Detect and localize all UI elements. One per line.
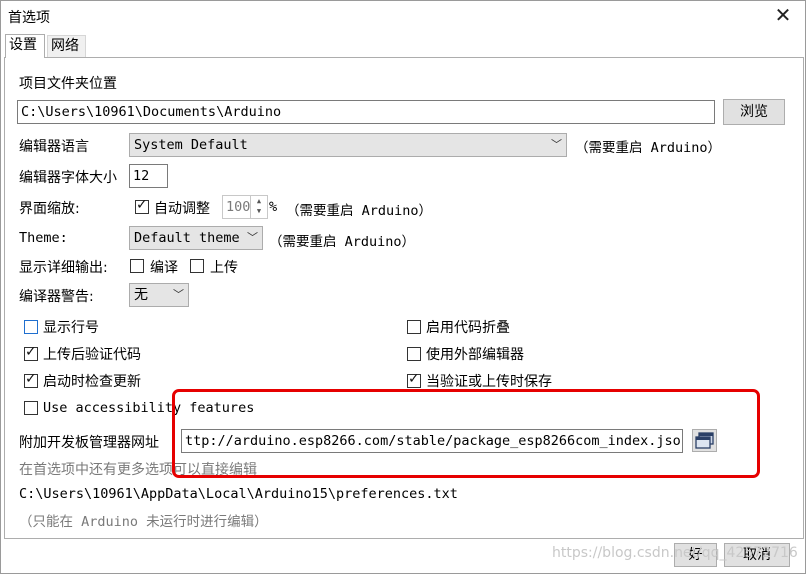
font-size-input[interactable]: 12 <box>129 164 168 188</box>
scale-input[interactable]: 100 ▲ ▼ <box>222 195 268 219</box>
warnings-label: 编译器警告: <box>19 289 94 305</box>
verbose-upload-checkbox[interactable] <box>190 259 204 273</box>
language-select[interactable]: System Default ﹀ <box>129 133 567 157</box>
theme-value: Default theme <box>134 230 240 246</box>
window-title: 首选项 <box>8 10 50 26</box>
tab-settings[interactable]: 设置 <box>5 34 45 58</box>
scale-label: 界面缩放: <box>19 201 80 217</box>
prefs-file-note: （只能在 Arduino 未运行时进行编辑） <box>19 514 268 530</box>
save-on-verify-label: 当验证或上传时保存 <box>426 374 552 390</box>
auto-scale-label: 自动调整 <box>154 201 210 217</box>
language-restart-note: （需要重启 Arduino） <box>575 140 722 156</box>
verbose-compile-label: 编译 <box>150 260 178 276</box>
sketchbook-label: 项目文件夹位置 <box>19 76 117 92</box>
tab-network[interactable]: 网络 <box>47 35 86 57</box>
save-on-verify-checkbox[interactable] <box>407 371 421 388</box>
watermark-text: https://blog.csdn.net/qq_42572716 <box>552 545 798 561</box>
scale-value: 100 <box>226 199 251 215</box>
scale-unit: % <box>269 199 278 215</box>
verify-after-upload-label: 上传后验证代码 <box>43 347 141 363</box>
board-urls-label: 附加开发板管理器网址 <box>19 435 159 451</box>
language-value: System Default <box>134 137 248 153</box>
language-label: 编辑器语言 <box>19 139 89 155</box>
check-updates-label: 启动时检查更新 <box>43 374 141 390</box>
check-updates-checkbox[interactable] <box>24 371 38 388</box>
external-editor-label: 使用外部编辑器 <box>426 347 524 363</box>
scale-restart-note: （需要重启 Arduino） <box>286 203 433 219</box>
highlight-box <box>172 389 760 478</box>
sketchbook-path-input[interactable]: C:\Users\10961\Documents\Arduino <box>17 100 715 124</box>
close-icon[interactable]: ✕ <box>772 3 794 27</box>
chevron-down-icon: ﹀ <box>173 288 184 301</box>
accessibility-checkbox[interactable] <box>24 401 38 415</box>
code-folding-label: 启用代码折叠 <box>426 320 510 336</box>
browse-button[interactable]: 浏览 <box>723 99 785 125</box>
chevron-down-icon: ﹀ <box>247 231 258 244</box>
external-editor-checkbox[interactable] <box>407 347 421 361</box>
verbose-label: 显示详细输出: <box>19 260 108 276</box>
code-folding-checkbox[interactable] <box>407 320 421 334</box>
verbose-compile-checkbox[interactable] <box>130 259 144 273</box>
spinner-arrows-icon[interactable]: ▲ ▼ <box>250 196 267 218</box>
theme-label: Theme: <box>19 230 68 246</box>
verify-after-upload-checkbox[interactable] <box>24 344 38 361</box>
font-size-label: 编辑器字体大小 <box>19 170 117 186</box>
theme-select[interactable]: Default theme ﹀ <box>129 226 263 250</box>
warnings-value: 无 <box>134 287 148 303</box>
verbose-upload-label: 上传 <box>210 260 238 276</box>
theme-restart-note: （需要重启 Arduino） <box>269 234 416 250</box>
chevron-down-icon: ﹀ <box>551 138 562 151</box>
prefs-file-path: C:\Users\10961\AppData\Local\Arduino15\p… <box>19 486 458 502</box>
auto-scale-checkbox[interactable] <box>135 197 149 214</box>
warnings-select[interactable]: 无 ﹀ <box>129 283 189 307</box>
line-numbers-checkbox[interactable] <box>24 320 38 334</box>
line-numbers-label: 显示行号 <box>43 320 99 336</box>
title-bar <box>1 1 805 32</box>
